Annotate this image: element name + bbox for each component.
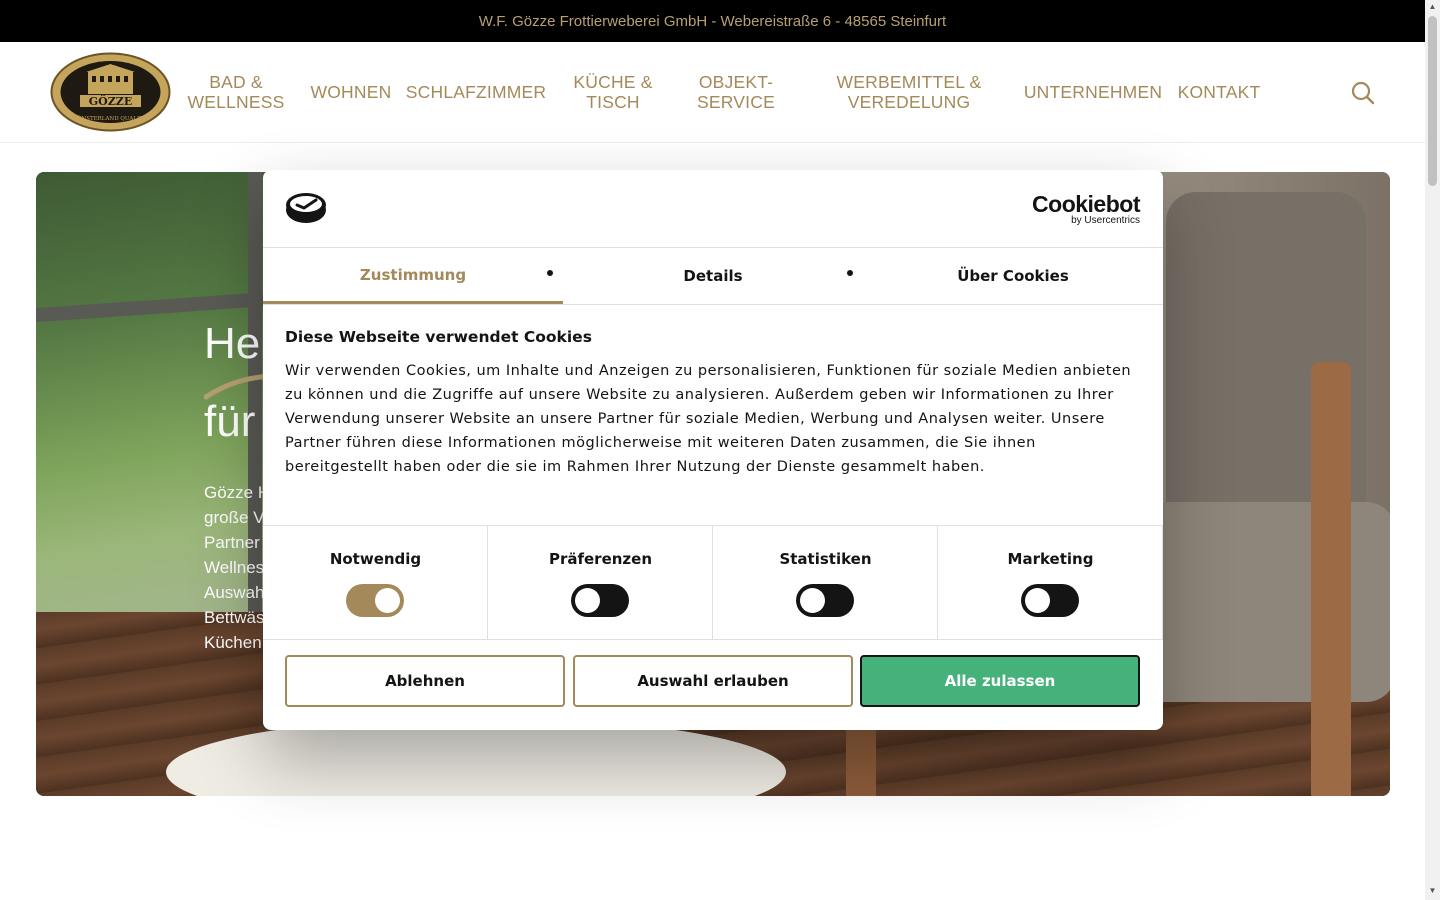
nav-unternehmen-label: UNTERNEHMEN [1023,82,1163,102]
category-marketing: Marketing [938,526,1163,639]
category-praeferenzen: Präferenzen [488,526,713,639]
page-scrollbar[interactable]: ▲ ▼ [1425,0,1440,900]
category-statistiken: Statistiken [713,526,938,639]
nav-schlafzimmer-label: SCHLAFZIMMER [405,82,547,102]
toggle-knob [575,588,600,613]
top-info-bar: W.F. Gözze Frottierweberei GmbH - Webere… [0,0,1425,42]
svg-text:MÜNSTERLAND QUALITÄT: MÜNSTERLAND QUALITÄT [71,115,150,122]
chair-arm [1311,362,1351,796]
toggle-praeferenzen[interactable] [571,584,629,617]
nav-objekt-service-label: OBJEKT-SERVICE [697,72,775,112]
cookie-consent-dialog: Cookiebot by Usercentrics Zustimmung Det… [263,170,1163,730]
category-label: Notwendig [329,550,422,568]
cookiebot-brand-by: by Usercentrics [1071,215,1140,226]
divider [263,304,1163,305]
scroll-up-arrow-icon[interactable]: ▲ [1425,2,1440,14]
toggle-marketing[interactable] [1021,584,1079,617]
scrollbar-thumb[interactable] [1428,16,1437,186]
dialog-body-text: Wir verwenden Cookies, um Inhalte und An… [285,363,1132,475]
nav-kueche-tisch-label: KÜCHE & TISCH [573,72,653,112]
toggle-knob [1025,588,1050,613]
goezze-logo[interactable]: GÖZZE SEIT 1951 MÜNSTERLAND QUALITÄT [50,52,171,132]
nav-bad-wellness-label: BAD & WELLNESS [187,72,285,112]
tab-separator-dot [847,270,853,276]
tab-zustimmung[interactable]: Zustimmung [263,248,563,304]
category-label: Statistiken [779,550,872,568]
nav-werbemittel-veredelung[interactable]: WERBEMITTEL & VEREDELUNG [830,42,988,142]
tab-ueber-cookies-label: Über Cookies [957,267,1069,285]
divider [263,639,1163,640]
nav-wohnen[interactable]: WOHNEN [308,42,394,142]
allow-all-button[interactable]: Alle zulassen [860,655,1140,707]
tab-separator-dot [547,270,553,276]
svg-text:GÖZZE: GÖZZE [89,94,132,108]
decline-button[interactable]: Ablehnen [285,655,565,707]
tab-details-label: Details [683,267,743,285]
category-label: Marketing [1007,550,1094,568]
search-icon[interactable] [1350,80,1376,106]
toggle-knob [800,588,825,613]
category-notwendig: Notwendig [263,526,488,639]
cookiebot-brand[interactable]: Cookiebot by Usercentrics [1032,192,1140,226]
nav-objekt-service[interactable]: OBJEKT-SERVICE [690,42,782,142]
toggle-knob [375,588,400,613]
category-label: Präferenzen [548,550,653,568]
cookiebot-logo-icon [285,192,327,224]
tab-zustimmung-label: Zustimmung [359,265,467,284]
scroll-down-arrow-icon[interactable]: ▼ [1425,886,1440,898]
dialog-heading: Diese Webseite verwendet Cookies [285,328,592,346]
nav-schlafzimmer[interactable]: SCHLAFZIMMER [405,42,547,142]
nav-wohnen-label: WOHNEN [310,82,392,102]
toggle-statistiken[interactable] [796,584,854,617]
nav-bad-wellness[interactable]: BAD & WELLNESS [185,42,287,142]
nav-kueche-tisch[interactable]: KÜCHE & TISCH [565,42,661,142]
svg-text:SEIT 1951: SEIT 1951 [97,61,124,67]
hero-title-line1: He [204,319,261,368]
company-address-text: W.F. Gözze Frottierweberei GmbH - Webere… [478,12,947,30]
nav-kontakt-label: KONTAKT [1177,82,1261,102]
hero-title-line2: für [204,397,256,446]
site-header: GÖZZE SEIT 1951 MÜNSTERLAND QUALITÄT BAD… [0,42,1425,143]
tab-ueber-cookies[interactable]: Über Cookies [863,248,1163,304]
nav-kontakt[interactable]: KONTAKT [1175,42,1263,142]
allow-selection-button[interactable]: Auswahl erlauben [573,655,853,707]
nav-unternehmen[interactable]: UNTERNEHMEN [1022,42,1164,142]
toggle-notwendig[interactable] [346,584,404,617]
tab-details[interactable]: Details [563,248,863,304]
nav-werbemittel-veredelung-label: WERBEMITTEL & VEREDELUNG [836,72,982,112]
cookiebot-brand-name: Cookiebot [1032,191,1140,217]
